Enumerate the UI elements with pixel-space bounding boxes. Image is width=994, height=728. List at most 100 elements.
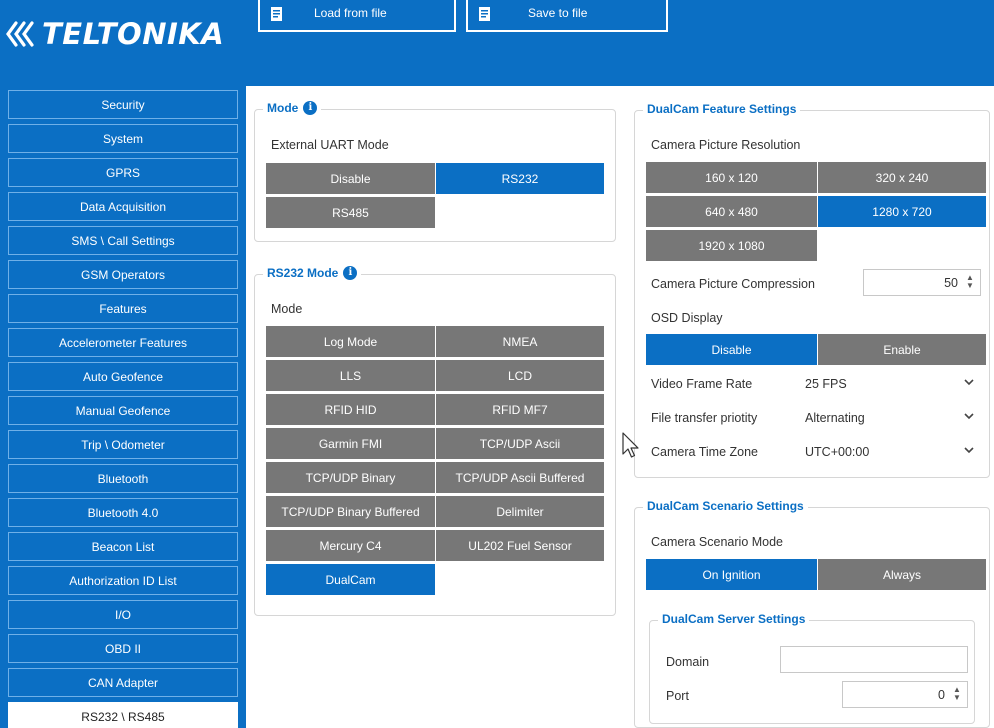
dualcam-feature-settings-group: DualCam Feature Settings Camera Picture … [634, 102, 990, 478]
osd-option-enable[interactable]: Enable [817, 333, 987, 366]
resolution-160x120[interactable]: 160 x 120 [645, 161, 818, 194]
sidebar-item-gprs[interactable]: GPRS [8, 158, 238, 187]
rs232-option-garmin-fmi[interactable]: Garmin FMI [265, 427, 436, 460]
rs232-option-mercury-c4[interactable]: Mercury C4 [265, 529, 436, 562]
uart-option-rs232[interactable]: RS232 [435, 162, 605, 195]
camera-scenario-mode-label: Camera Scenario Mode [651, 535, 784, 549]
camera-time-zone-select[interactable]: UTC+00:00 [799, 438, 981, 465]
sidebar-item-bluetooth[interactable]: Bluetooth [8, 464, 238, 493]
info-icon[interactable]: i [303, 101, 318, 115]
file-save-icon [479, 7, 490, 21]
teltonika-mark-icon [6, 21, 34, 47]
sidebar-item-sms-call-settings[interactable]: SMS \ Call Settings [8, 226, 238, 255]
rs232-option-delimiter[interactable]: Delimiter [435, 495, 605, 528]
dualcam-server-title: DualCam Server Settings [658, 612, 810, 626]
save-to-file-button[interactable]: Save to file [466, 0, 668, 32]
chevron-down-icon [964, 413, 974, 420]
option-label: RS485 [332, 205, 369, 220]
resolution-1280x720[interactable]: 1280 x 720 [817, 195, 987, 228]
rs232-option-tcp-udp-binary[interactable]: TCP/UDP Binary [265, 461, 436, 494]
mode-title-text: Mode [267, 101, 299, 115]
rs232-option-tcp-udp-ascii[interactable]: TCP/UDP Ascii [435, 427, 605, 460]
sidebar-item-system[interactable]: System [8, 124, 238, 153]
rs232-option-ul202-fuel-sensor[interactable]: UL202 Fuel Sensor [435, 529, 605, 562]
sidebar-item-authorization-id-list[interactable]: Authorization ID List [8, 566, 238, 595]
mode-group: Mode i External UART Mode Disable RS232 … [254, 101, 616, 242]
option-label: LLS [339, 368, 362, 383]
sidebar-item-features[interactable]: Features [8, 294, 238, 323]
rs232-mode-group: RS232 Mode i Mode Log Mode NMEA LLS LCD … [254, 266, 616, 616]
option-label: Disable [711, 342, 752, 357]
rs232-option-rfid-mf7[interactable]: RFID MF7 [435, 393, 605, 426]
resolution-320x240[interactable]: 320 x 240 [817, 161, 987, 194]
resolution-640x480[interactable]: 640 x 480 [645, 195, 818, 228]
rs232-option-log-mode[interactable]: Log Mode [265, 325, 436, 358]
rs232-option-lcd[interactable]: LCD [435, 359, 605, 392]
camera-resolution-label: Camera Picture Resolution [651, 138, 801, 152]
info-icon[interactable]: i [343, 266, 358, 280]
sidebar-item-label: Security [101, 97, 145, 112]
sidebar-item-label: OBD II [104, 641, 141, 656]
rs232-option-lls[interactable]: LLS [265, 359, 436, 392]
sidebar-item-obd-ii[interactable]: OBD II [8, 634, 238, 663]
rs232-option-rfid-hid[interactable]: RFID HID [265, 393, 436, 426]
logo-wordmark: TELTONIKA [42, 17, 225, 51]
camera-time-zone-value: UTC+00:00 [805, 444, 870, 459]
compression-stepper[interactable]: 50 ▲ ▼ [863, 269, 981, 296]
scenario-option-always[interactable]: Always [817, 558, 987, 591]
sidebar-item-label: SMS \ Call Settings [71, 233, 175, 248]
sidebar-item-security[interactable]: Security [8, 90, 238, 119]
sidebar-item-rs232-rs485[interactable]: RS232 \ RS485 [8, 702, 238, 728]
sidebar-item-trip-odometer[interactable]: Trip \ Odometer [8, 430, 238, 459]
rs232-mode-label: Mode [271, 302, 303, 316]
option-label: Mercury C4 [319, 538, 382, 553]
spinner-arrows-icon[interactable]: ▲ ▼ [952, 686, 962, 703]
rs232-option-dualcam[interactable]: DualCam [265, 563, 436, 596]
sidebar-item-label: Accelerometer Features [58, 335, 188, 350]
sidebar-item-can-adapter[interactable]: CAN Adapter [8, 668, 238, 697]
sidebar-item-data-acquisition[interactable]: Data Acquisition [8, 192, 238, 221]
frame-rate-value: 25 FPS [805, 376, 847, 391]
option-label: Garmin FMI [318, 436, 383, 451]
sidebar-item-io[interactable]: I/O [8, 600, 238, 629]
option-label: Always [882, 567, 921, 582]
dualcam-server-settings-group: DualCam Server Settings Domain Port 0 ▲ ▼ [649, 612, 975, 724]
sidebar-item-label: System [102, 131, 143, 146]
sidebar-item-auto-geofence[interactable]: Auto Geofence [8, 362, 238, 391]
resolution-1920x1080[interactable]: 1920 x 1080 [645, 229, 818, 262]
sidebar-item-bluetooth-4[interactable]: Bluetooth 4.0 [8, 498, 238, 527]
rs232-option-tcp-udp-binary-buffered[interactable]: TCP/UDP Binary Buffered [265, 495, 436, 528]
rs232-mode-group-title: RS232 Mode i [263, 266, 362, 280]
scenario-option-on-ignition[interactable]: On Ignition [645, 558, 818, 591]
sidebar-item-beacon-list[interactable]: Beacon List [8, 532, 238, 561]
sidebar-item-label: Manual Geofence [75, 403, 171, 418]
file-transfer-priority-select[interactable]: Alternating [799, 404, 981, 431]
option-label: TCP/UDP Ascii Buffered [455, 470, 585, 485]
domain-input[interactable] [780, 646, 968, 673]
dualcam-scenario-title: DualCam Scenario Settings [643, 499, 808, 513]
camera-time-zone-label: Camera Time Zone [651, 445, 758, 459]
load-from-file-button[interactable]: Load from file [258, 0, 456, 32]
port-stepper[interactable]: 0 ▲ ▼ [842, 681, 968, 708]
rs232-option-tcp-udp-ascii-buffered[interactable]: TCP/UDP Ascii Buffered [435, 461, 605, 494]
port-label: Port [666, 689, 689, 703]
sidebar-item-label: Data Acquisition [79, 199, 167, 214]
sidebar-item-manual-geofence[interactable]: Manual Geofence [8, 396, 238, 425]
frame-rate-select[interactable]: 25 FPS [799, 370, 981, 397]
sidebar-item-label: Bluetooth [97, 471, 149, 486]
spinner-arrows-icon[interactable]: ▲ ▼ [965, 274, 975, 291]
compression-label: Camera Picture Compression [651, 277, 815, 291]
save-to-file-label: Save to file [528, 6, 588, 20]
rs232-option-nmea[interactable]: NMEA [435, 325, 605, 358]
uart-option-disable[interactable]: Disable [265, 162, 436, 195]
option-label: UL202 Fuel Sensor [468, 538, 572, 553]
sidebar-item-label: Beacon List [91, 539, 155, 554]
sidebar-item-gsm-operators[interactable]: GSM Operators [8, 260, 238, 289]
uart-option-rs485[interactable]: RS485 [265, 196, 436, 229]
osd-option-disable[interactable]: Disable [645, 333, 818, 366]
sidebar-item-accelerometer-features[interactable]: Accelerometer Features [8, 328, 238, 357]
option-label: On Ignition [702, 567, 761, 582]
option-label: TCP/UDP Ascii [479, 436, 561, 451]
dualcam-feature-title: DualCam Feature Settings [643, 102, 801, 116]
domain-label: Domain [666, 655, 710, 669]
